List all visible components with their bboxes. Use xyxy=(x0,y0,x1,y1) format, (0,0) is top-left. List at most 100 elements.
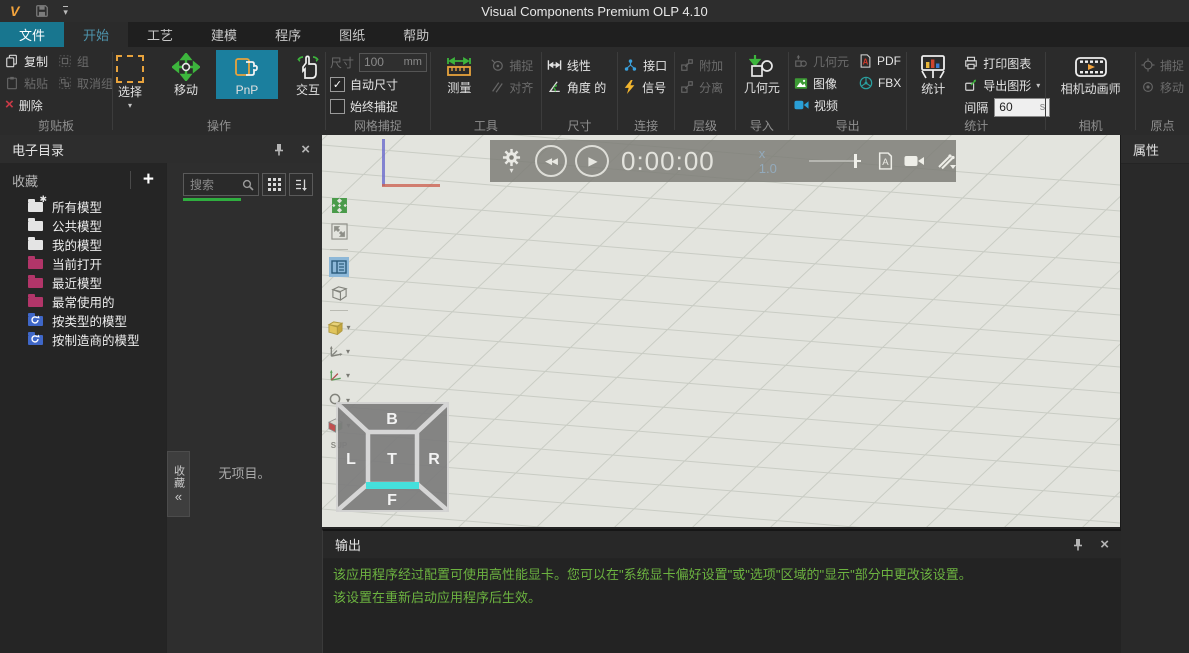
simulation-settings-button[interactable]: ▾ xyxy=(502,148,521,174)
folder-pink-icon xyxy=(28,259,43,269)
play-button[interactable]: ▶ xyxy=(575,145,609,177)
ribbon-group-export: 几何元 图像 视频 A PDF xyxy=(789,47,906,135)
fit-view-button[interactable] xyxy=(331,197,348,214)
view-cube-highlight xyxy=(366,482,419,489)
view-cube[interactable]: B L T R F xyxy=(336,402,449,512)
close-icon[interactable]: × xyxy=(301,141,310,158)
reset-button[interactable]: ◀◀ xyxy=(535,145,567,177)
export-geometry-button[interactable]: 几何元 xyxy=(789,50,854,72)
move-button[interactable]: 移动 xyxy=(160,50,212,99)
interface-button[interactable]: 接口 xyxy=(618,54,672,76)
angular-dimension-icon xyxy=(547,80,562,94)
empty-results-text: 无项目。 xyxy=(167,463,322,482)
signal-lightning-icon xyxy=(623,80,637,94)
detach-icon xyxy=(680,80,694,94)
export-fbx-button[interactable]: FBX xyxy=(854,72,906,94)
folder-refresh-icon xyxy=(28,335,43,345)
import-geometry-button[interactable]: 几何元 xyxy=(736,50,788,97)
tab-file[interactable]: 文件 xyxy=(0,22,64,47)
sidebar-item-my-models[interactable]: 我的模型 xyxy=(0,235,166,254)
sidebar-item-most-used[interactable]: 最常使用的 xyxy=(0,292,166,311)
tab-modeling[interactable]: 建模 xyxy=(192,22,256,47)
tab-help[interactable]: 帮助 xyxy=(384,22,448,47)
origin-snap-button[interactable]: 捕捉 xyxy=(1136,54,1189,76)
sidebar-item-public-models[interactable]: 公共模型 xyxy=(0,216,166,235)
origin-move-button[interactable]: 移动 xyxy=(1136,76,1189,98)
detach-button[interactable]: 分离 xyxy=(675,76,728,98)
group-label-hierarchy: 层级 xyxy=(675,118,735,135)
linear-dimension-button[interactable]: 线性 xyxy=(542,54,611,76)
sidebar-item-models-by-type[interactable]: 按类型的模型 xyxy=(0,311,166,330)
close-icon[interactable]: × xyxy=(1100,536,1109,553)
origin-frame-button[interactable]: ▾ xyxy=(328,368,350,383)
angular-dimension-button[interactable]: 角度 的 xyxy=(542,76,611,98)
export-pdf-3d-button[interactable]: A xyxy=(877,152,894,170)
pin-icon[interactable] xyxy=(1072,538,1084,551)
tab-process[interactable]: 工艺 xyxy=(128,22,192,47)
measure-button[interactable]: 测量 xyxy=(433,50,485,97)
quick-access-dropdown-icon[interactable]: ▾ xyxy=(63,6,68,16)
pnp-button[interactable]: PnP xyxy=(216,50,278,99)
pin-icon[interactable] xyxy=(273,143,285,156)
group-label-connect: 连接 xyxy=(618,118,674,135)
attach-button[interactable]: 附加 xyxy=(675,54,728,76)
auto-size-checkbox[interactable]: ✓ xyxy=(330,77,345,92)
output-header: 输出 × xyxy=(323,531,1121,559)
align-button[interactable]: 对齐 xyxy=(485,76,538,98)
trace-signals-button[interactable] xyxy=(936,152,956,170)
shading-mode-button[interactable]: ▾ xyxy=(327,320,350,335)
export-video-button[interactable]: 视频 xyxy=(789,94,854,116)
world-axis-x xyxy=(382,184,440,187)
grid-size-label: 尺寸 xyxy=(330,54,354,71)
pdf-icon: A xyxy=(859,54,872,68)
delete-button[interactable]: × 删除 xyxy=(0,94,53,116)
search-box xyxy=(183,173,259,196)
search-input[interactable] xyxy=(188,177,242,193)
camera-animator-button[interactable]: 相机动画师 xyxy=(1056,50,1126,98)
export-graph-button[interactable]: 导出图形 ▾ xyxy=(959,74,1055,96)
pnp-icon xyxy=(233,53,261,81)
slider-handle[interactable] xyxy=(854,154,857,168)
viewport-3d[interactable]: ▾ ◀◀ ▶ 0:00:00 x 1.0 A ▾ ▾ ▾ ▾ ▾ SUP xyxy=(322,135,1120,527)
move-icon xyxy=(172,53,200,81)
frames-visibility-button[interactable]: ▾ xyxy=(328,344,350,359)
ribbon: 复制 粘贴 × 删除 组 xyxy=(0,47,1189,137)
sidebar-item-recent-models[interactable]: 最近模型 xyxy=(0,273,166,292)
add-collection-button[interactable]: + xyxy=(130,171,154,189)
sidebar-item-currently-open[interactable]: 当前打开 xyxy=(0,254,166,273)
snap-button[interactable]: 捕捉 xyxy=(485,54,538,76)
export-pdf-button[interactable]: A PDF xyxy=(854,50,906,72)
tab-program[interactable]: 程序 xyxy=(256,22,320,47)
ribbon-tab-bar: 文件 开始 工艺 建模 程序 图纸 帮助 xyxy=(0,22,1189,47)
record-video-button[interactable] xyxy=(904,154,926,168)
interval-input[interactable]: 60 s xyxy=(994,98,1050,117)
view-editor-button[interactable] xyxy=(331,259,347,275)
group-label-grid-snap: 网格捕捉 xyxy=(326,118,430,135)
tab-drawing[interactable]: 图纸 xyxy=(320,22,384,47)
signal-button[interactable]: 信号 xyxy=(618,76,672,98)
collapse-favorites-tab[interactable]: 收藏 « xyxy=(167,451,190,517)
fit-selected-button[interactable] xyxy=(331,223,348,240)
sort-button[interactable] xyxy=(289,173,313,196)
output-panel: 输出 × 该应用程序经过配置可使用高性能显卡。您可以在"系统显卡偏好设置"或"选… xyxy=(322,529,1121,653)
tab-home[interactable]: 开始 xyxy=(64,22,128,47)
sidebar-item-all-models[interactable]: ✱ 所有模型 xyxy=(0,197,166,216)
select-button[interactable]: 选择 ▾ xyxy=(104,50,156,111)
export-image-button[interactable]: 图像 xyxy=(789,72,854,94)
always-snap-checkbox[interactable] xyxy=(330,99,345,114)
print-chart-button[interactable]: 打印图表 xyxy=(959,52,1055,74)
statistics-button[interactable]: 统计 xyxy=(907,50,959,98)
ribbon-group-origin: 捕捉 移动 原点 xyxy=(1136,47,1189,135)
folder-refresh-icon xyxy=(28,316,43,326)
grid-size-input[interactable]: 100 mm xyxy=(359,53,427,72)
search-icon[interactable] xyxy=(242,179,254,191)
paste-button[interactable]: 粘贴 xyxy=(0,72,53,94)
fbx-icon xyxy=(859,76,873,90)
save-icon[interactable] xyxy=(35,4,49,18)
speed-slider[interactable] xyxy=(809,154,861,168)
grid-view-button[interactable] xyxy=(262,173,286,196)
copy-button[interactable]: 复制 xyxy=(0,50,53,72)
render-mode-button[interactable] xyxy=(331,284,348,301)
sidebar-item-models-by-manufacturer[interactable]: 按制造商的模型 xyxy=(0,330,166,349)
origin-snap-icon xyxy=(1141,58,1155,72)
